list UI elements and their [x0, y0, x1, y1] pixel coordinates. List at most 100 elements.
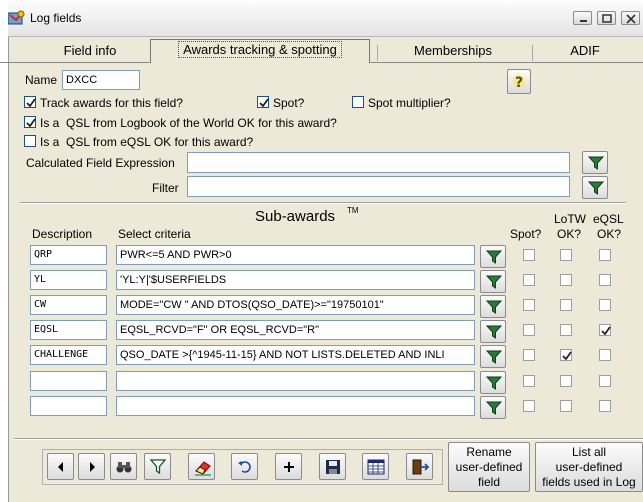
- subaward-description-field[interactable]: YL: [30, 270, 107, 290]
- filter-toolbar-button[interactable]: [144, 453, 171, 480]
- subaward-lotw-checkbox[interactable]: [560, 274, 572, 286]
- subaward-filter-button[interactable]: [480, 295, 506, 318]
- subaward-description-field[interactable]: EQSL: [30, 320, 107, 340]
- subaward-spot-checkbox[interactable]: [523, 324, 535, 336]
- calc-expr-field[interactable]: [187, 152, 570, 173]
- subaward-filter-button[interactable]: [480, 396, 506, 419]
- subaward-criteria-field[interactable]: [116, 396, 475, 416]
- find-button[interactable]: [110, 453, 137, 480]
- subaward-criteria-field[interactable]: QSO_DATE >{^1945-11-15} AND NOT LISTS.DE…: [116, 345, 475, 365]
- tab-active-gap: [151, 62, 369, 63]
- subaward-eqsl-checkbox[interactable]: [599, 400, 611, 412]
- subaward-lotw-checkbox[interactable]: [560, 324, 572, 336]
- subaward-description-field[interactable]: CHALLENGE: [30, 345, 107, 365]
- subaward-criteria-field[interactable]: PWR<=5 AND PWR>0: [116, 245, 475, 265]
- subaward-eqsl-checkbox[interactable]: [599, 249, 611, 261]
- title-bar: [0, 0, 643, 37]
- spot-multiplier-label: Spot multiplier?: [368, 96, 451, 110]
- name-field[interactable]: DXCC: [62, 70, 140, 90]
- filter-icon: [149, 459, 167, 475]
- subaward-eqsl-checkbox[interactable]: [599, 324, 611, 336]
- subaward-criteria-field[interactable]: 'YL:Y|'$USERFIELDS: [116, 270, 475, 290]
- subaward-eqsl-checkbox[interactable]: [599, 349, 611, 361]
- lotw-ok-checkbox[interactable]: [24, 116, 36, 128]
- filter-icon: [486, 275, 502, 289]
- next-icon: [90, 462, 95, 472]
- subaward-description-field[interactable]: QRP: [30, 245, 107, 265]
- subaward-description-field[interactable]: [30, 371, 107, 391]
- subaward-eqsl-checkbox[interactable]: [599, 375, 611, 387]
- subaward-lotw-checkbox[interactable]: [560, 375, 572, 387]
- browse-button[interactable]: [362, 453, 389, 480]
- subaward-description-field[interactable]: CW: [30, 295, 107, 315]
- binoculars-icon: [116, 462, 132, 473]
- help-button[interactable]: ?: [507, 69, 531, 94]
- spot-checkbox[interactable]: [257, 96, 269, 108]
- calc-expr-filter-button[interactable]: [582, 151, 608, 174]
- subaward-lotw-checkbox[interactable]: [560, 349, 572, 361]
- bottom-separator: [14, 438, 643, 440]
- list-fields-button[interactable]: List all user-defined fields used in Log: [535, 442, 643, 492]
- col-description: Description: [32, 227, 93, 241]
- exit-button[interactable]: [406, 453, 433, 480]
- maximize-icon: [602, 14, 612, 23]
- left-edge: [0, 0, 8, 502]
- filter-icon: [486, 300, 502, 314]
- table-icon: [367, 459, 385, 475]
- eqsl-ok-label: Is a QSL from eQSL OK for this award?: [40, 135, 254, 149]
- subaward-lotw-checkbox[interactable]: [560, 299, 572, 311]
- subaward-description-field[interactable]: [30, 396, 107, 416]
- clear-filter-button[interactable]: [188, 453, 215, 480]
- subaward-filter-button[interactable]: [480, 245, 506, 268]
- undo-button[interactable]: [231, 453, 258, 480]
- subaward-filter-button[interactable]: [480, 345, 506, 368]
- filter-icon: [486, 376, 502, 390]
- add-button[interactable]: [275, 453, 302, 480]
- filter-icon: [486, 401, 502, 415]
- filter-button[interactable]: [582, 176, 608, 199]
- subaward-criteria-field[interactable]: [116, 371, 475, 391]
- spot-label: Spot?: [273, 96, 305, 110]
- window-title: Log fields: [30, 11, 82, 25]
- rename-field-button[interactable]: Rename user-defined field: [448, 442, 530, 492]
- close-icon: [626, 14, 636, 24]
- trademark-mark: TM: [347, 206, 359, 215]
- subaward-spot-checkbox[interactable]: [523, 349, 535, 361]
- filter-field[interactable]: [187, 176, 570, 197]
- save-icon: [326, 460, 340, 474]
- subaward-filter-button[interactable]: [480, 320, 506, 343]
- next-button[interactable]: [78, 453, 105, 480]
- subaward-filter-button[interactable]: [480, 270, 506, 293]
- minimize-icon: [580, 20, 587, 22]
- maximize-button[interactable]: [597, 11, 616, 25]
- minimize-button[interactable]: [573, 11, 592, 25]
- subaward-eqsl-checkbox[interactable]: [599, 299, 611, 311]
- tab-field-info[interactable]: Field info: [30, 39, 150, 63]
- tab-adif[interactable]: ADIF: [535, 39, 635, 63]
- subaward-spot-checkbox[interactable]: [523, 299, 535, 311]
- col-criteria: Select criteria: [118, 227, 191, 241]
- track-awards-checkbox[interactable]: [24, 96, 36, 108]
- col-eqsl: eQSL: [593, 212, 624, 226]
- track-awards-label: Track awards for this field?: [40, 96, 183, 110]
- subaward-lotw-checkbox[interactable]: [560, 249, 572, 261]
- subaward-spot-checkbox[interactable]: [523, 375, 535, 387]
- section-separator: [20, 202, 626, 204]
- prev-button[interactable]: [47, 453, 74, 480]
- tab-awards-tracking[interactable]: Awards tracking & spotting: [150, 39, 370, 63]
- subaward-spot-checkbox[interactable]: [523, 400, 535, 412]
- save-button[interactable]: [319, 453, 346, 480]
- eqsl-ok-checkbox[interactable]: [24, 135, 36, 147]
- close-button[interactable]: [621, 11, 640, 25]
- tab-memberships[interactable]: Memberships: [378, 39, 528, 63]
- subaward-lotw-checkbox[interactable]: [560, 400, 572, 412]
- subaward-criteria-field[interactable]: MODE="CW " AND DTOS(QSO_DATE)>="19750101…: [116, 295, 475, 315]
- add-icon: [284, 462, 294, 472]
- subaward-spot-checkbox[interactable]: [523, 274, 535, 286]
- subaward-eqsl-checkbox[interactable]: [599, 274, 611, 286]
- app-icon: [7, 10, 25, 26]
- subaward-criteria-field[interactable]: EQSL_RCVD="F" OR EQSL_RCVD="R": [116, 320, 475, 340]
- subaward-filter-button[interactable]: [480, 371, 506, 394]
- spot-multiplier-checkbox[interactable]: [352, 96, 364, 108]
- subaward-spot-checkbox[interactable]: [523, 249, 535, 261]
